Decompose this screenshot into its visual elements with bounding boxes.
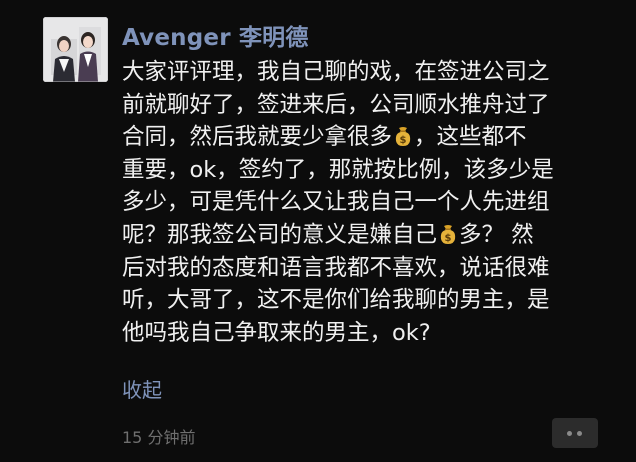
post-text-segment: 听，大哥了，这不是你们给我聊的男主，是	[122, 287, 550, 314]
post-text-segment: 他吗我自己争取来的男主，ok?	[122, 319, 431, 346]
post-text-line: 多少，可是凭什么又让我自己一个人先进组	[122, 186, 616, 219]
avatar[interactable]	[43, 17, 108, 82]
post-text-segment: 重要，ok，签约了，那就按比例，该多少是	[122, 156, 554, 183]
post-text-line: 前就聊好了，签进来后，公司顺水推舟过了	[122, 89, 616, 122]
post-text-segment: ，这些都不	[414, 124, 527, 151]
money-bag-icon: $	[393, 124, 413, 147]
svg-text:$: $	[400, 135, 407, 146]
post-text-line: 重要，ok，签约了，那就按比例，该多少是	[122, 154, 616, 187]
post-text-segment: 呢？那我签公司的意义是嫌自己	[122, 221, 438, 248]
money-bag-icon: $	[438, 222, 458, 244]
post-text-line: 合同，然后我就要少拿很多 $ ，这些都不	[122, 121, 616, 154]
post-text-segment: 后对我的态度和语言我都不喜欢，说话很难	[122, 254, 550, 281]
post-text-segment: 合同，然后我就要少拿很多	[122, 124, 393, 151]
post-text-line: 听，大哥了，这不是你们给我聊的男主，是	[122, 284, 616, 317]
post-text-segment: 多少，可是凭什么又让我自己一个人先进组	[122, 189, 550, 216]
more-dot-icon	[567, 431, 572, 436]
post-text-line: 后对我的态度和语言我都不喜欢，说话很难	[122, 252, 616, 285]
post-text-segment: 多？ 然	[459, 221, 534, 248]
author-name[interactable]: Avenger 李明德	[122, 18, 309, 52]
post-text-segment: 大家评评理，我自己聊的戏，在签进公司之	[122, 59, 550, 85]
post-text-line: 他吗我自己争取来的男主，ok?	[122, 317, 616, 350]
more-dot-icon	[577, 431, 582, 436]
post-timestamp: 15 分钟前	[122, 428, 196, 447]
svg-text:$: $	[445, 233, 452, 244]
post-text-segment: 前就聊好了，签进来后，公司顺水推舟过了	[122, 91, 550, 118]
more-options-button[interactable]	[552, 418, 598, 448]
post-text: 大家评评理，我自己聊的戏，在签进公司之 前就聊好了，签进来后，公司顺水推舟过了 合同…	[122, 56, 616, 349]
avatar-photo	[43, 17, 108, 82]
post-text-line: 呢？那我签公司的意义是嫌自己 $ 多？ 然	[122, 219, 616, 252]
post-text-line: 大家评评理，我自己聊的戏，在签进公司之	[122, 56, 616, 89]
moment-post: Avenger 李明德 大家评评理，我自己聊的戏，在签进公司之 前就聊好了，签进来…	[0, 0, 636, 462]
collapse-link[interactable]: 收起	[122, 374, 162, 403]
